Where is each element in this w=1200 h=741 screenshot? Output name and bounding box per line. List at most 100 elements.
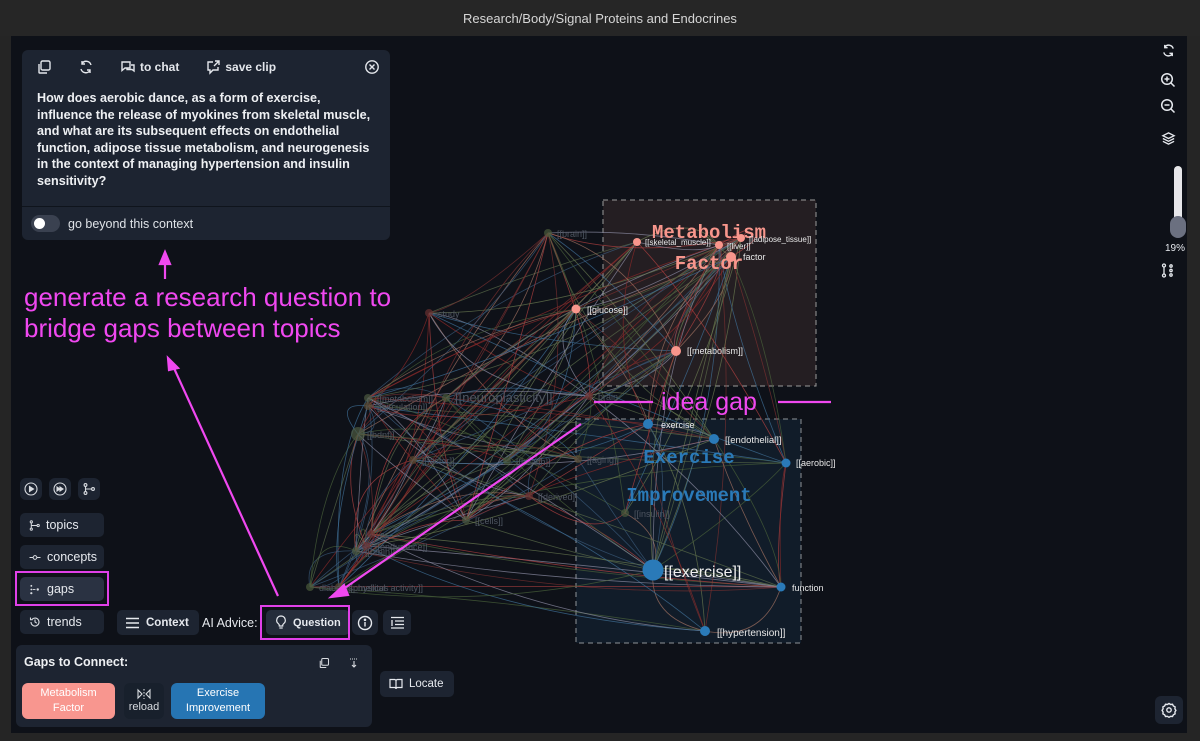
faded-node[interactable]: [[cells]] (462, 516, 503, 526)
layers-icon (1160, 131, 1176, 145)
node-label: exercise (661, 420, 695, 430)
node-label: [[glucose]] (587, 305, 628, 315)
list-icon (390, 616, 404, 629)
faded-node[interactable]: study (425, 309, 460, 319)
gear-icon (1161, 702, 1177, 718)
gaps-title: Gaps to Connect: (24, 655, 129, 669)
locate-label: Locate (409, 678, 444, 690)
history-icon (29, 617, 40, 627)
faded-node[interactable]: [[bdnf]] (351, 427, 395, 441)
zoom-in-button[interactable] (1157, 69, 1179, 91)
graph-edge (309, 433, 359, 588)
nav-concepts-label: concepts (47, 550, 98, 564)
faded-node-label: [[derived]] (538, 492, 578, 502)
zoom-slider-thumb[interactable] (1170, 216, 1186, 238)
faded-node-label: [[aging]] (587, 455, 619, 465)
graph-edge (445, 308, 577, 399)
faded-node-label: [[bdnf]] (367, 430, 395, 440)
node-adipose-tissue[interactable]: [[adipose_tissue]] (737, 234, 811, 244)
refresh-button[interactable] (78, 59, 94, 75)
faded-node-label: [[neuroplasticity]] (455, 390, 553, 405)
reset-layout-button[interactable] (1157, 39, 1179, 61)
graph-branch-button[interactable] (78, 478, 100, 500)
vertical-dots-icon (1161, 262, 1173, 278)
info-button[interactable] (352, 610, 378, 635)
copy-gaps-button[interactable] (313, 652, 335, 674)
settings-button[interactable] (1155, 696, 1183, 724)
fast-forward-icon (53, 482, 67, 496)
node-label: [[adipose_tissue]] (749, 235, 811, 244)
faded-node-label: [[insulin]] (634, 509, 670, 519)
nav-trends-label: trends (47, 615, 82, 629)
faded-node-label: [[factor]] (422, 456, 455, 466)
gap-chip-exercise-improvement[interactable]: Exercise Improvement (171, 683, 265, 719)
layout-options-button[interactable] (1157, 259, 1179, 281)
research-question-text: How does aerobic dance, as a form of exe… (37, 91, 371, 188)
chat-icon (121, 61, 135, 73)
reload-label: reload (128, 700, 160, 713)
info-icon (357, 615, 373, 630)
context-button[interactable]: Context (117, 610, 199, 635)
research-question-panel: to chat save clip How does aerobic dance… (22, 50, 390, 240)
download-icon (350, 658, 358, 668)
faded-node[interactable]: [[neuroplasticity]] (442, 390, 553, 405)
zoom-out-button[interactable] (1157, 95, 1179, 117)
nav-concepts[interactable]: concepts (20, 545, 104, 569)
faded-node-label: ai (380, 530, 387, 540)
download-gaps-button[interactable] (343, 652, 365, 674)
refresh-icon (1162, 43, 1174, 57)
annotation-idea-gap: idea gap (661, 388, 757, 416)
graph-edge (367, 241, 638, 399)
faded-node[interactable]: [[brain]] (544, 229, 587, 239)
layers-button[interactable] (1157, 127, 1179, 149)
play-button[interactable] (20, 478, 42, 500)
to-chat-button[interactable]: to chat (120, 59, 179, 75)
fast-forward-button[interactable] (49, 478, 71, 500)
save-clip-button[interactable]: save clip (205, 59, 276, 75)
node-label: [[endothelial]] (725, 435, 782, 446)
nav-topics[interactable]: topics (20, 513, 104, 537)
faded-node-label: study (438, 309, 460, 319)
locate-button[interactable]: Locate (380, 671, 454, 697)
window-title: Research/Body/Signal Proteins and Endocr… (0, 0, 1200, 36)
faded-node-label: [[brain]] (557, 229, 587, 239)
reload-gaps-button[interactable]: reload (124, 683, 164, 719)
faded-node[interactable]: [[factor]] (409, 456, 455, 466)
faded-node-label: [[circulation]] (377, 402, 428, 412)
graph-branch-icon (83, 483, 95, 495)
menu-icon (126, 617, 139, 628)
go-beyond-context-toggle[interactable] (31, 215, 60, 232)
copy-icon (319, 657, 330, 669)
annotation-line-1: generate a research question to (24, 282, 392, 312)
list-button[interactable] (383, 610, 411, 635)
annotation-generate-question: generate a research question to bridge g… (24, 282, 391, 344)
node-label: function (792, 583, 824, 593)
close-button[interactable] (364, 59, 380, 75)
topics-icon (29, 519, 40, 531)
node-factor[interactable]: factor (726, 252, 766, 262)
ai-advice-label: AI Advice: (202, 616, 258, 630)
gaps-to-connect-panel: Gaps to Connect: Metabolism Factor reloa… (16, 645, 372, 727)
graph-edge (445, 232, 549, 399)
gap-chip-line1: Metabolism (40, 687, 97, 699)
node-label: [[metabolism]] (687, 346, 743, 356)
copy-button[interactable] (36, 59, 52, 75)
faded-node[interactable]: brain (585, 392, 618, 402)
node-skeletal-muscle[interactable]: [[skeletal_muscle]] (633, 238, 711, 247)
faded-node-label: [[cells]] (475, 516, 503, 526)
nav-trends[interactable]: trends (20, 610, 104, 634)
question-highlight-box (260, 605, 350, 640)
go-beyond-context-label: go beyond this context (68, 216, 194, 231)
node-label: [[exercise]] (664, 564, 741, 581)
question-toolbar: to chat save clip (22, 50, 390, 84)
graph-canvas[interactable]: [[brain]] study [[metabolism]] [[circulatio… (11, 36, 1187, 733)
faded-node-label: brain (598, 392, 618, 402)
node-label: factor (743, 252, 766, 262)
node-label: [[hypertension]] (717, 628, 786, 639)
gap-chip-metabolism-factor[interactable]: Metabolism Factor (22, 683, 115, 719)
node-label: [[aerobic]] (796, 458, 836, 468)
faded-node-label: diabetes_mellitus (319, 583, 389, 593)
go-beyond-context-row: go beyond this context (22, 206, 390, 240)
graph-edge (367, 308, 577, 399)
close-circle-icon (365, 60, 379, 74)
